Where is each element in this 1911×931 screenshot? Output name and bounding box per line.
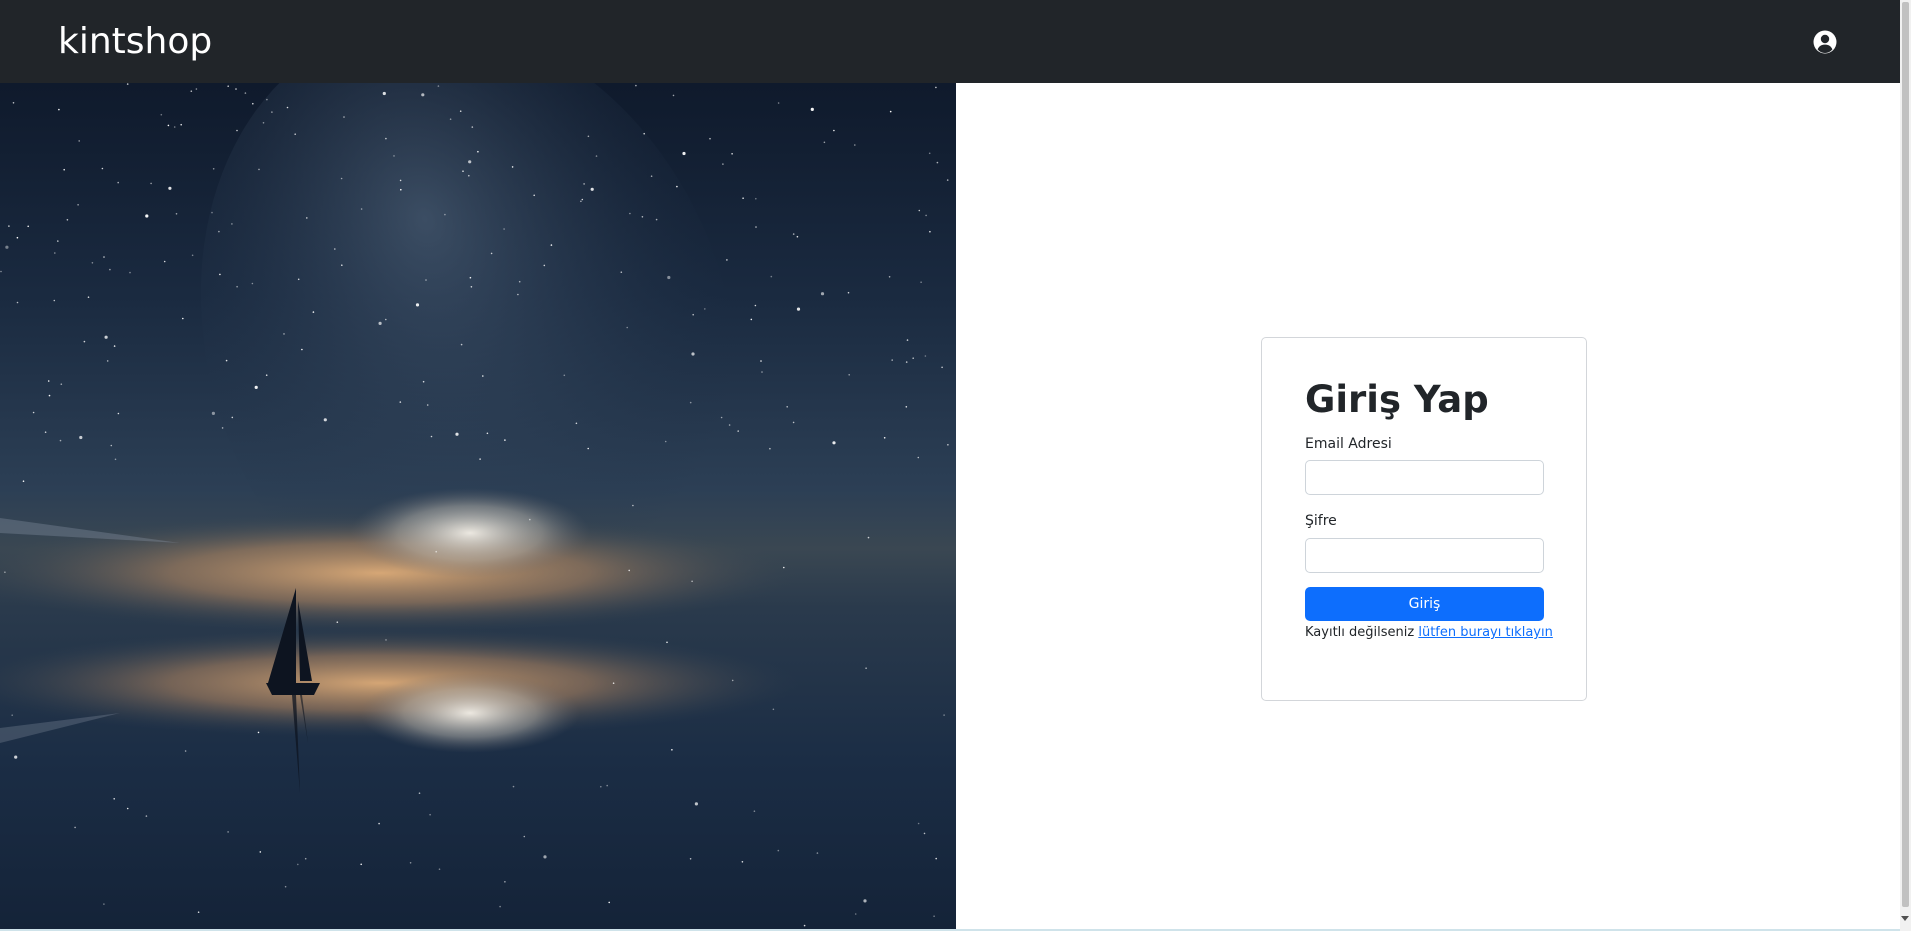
- email-input[interactable]: [1305, 460, 1544, 495]
- register-link[interactable]: lütfen burayı tıklayın: [1418, 625, 1553, 640]
- scroll-down-arrow-icon[interactable]: [1901, 916, 1909, 921]
- register-prompt: Kayıtlı değilseniz lütfen burayı tıklayı…: [1305, 624, 1553, 642]
- login-card: Giriş Yap Email Adresi Şifre Giriş Kayıt…: [1261, 337, 1587, 701]
- hero-night-sky-image: [0, 83, 956, 930]
- user-circle-icon: [1813, 30, 1837, 54]
- page-scrollbar[interactable]: [1900, 0, 1911, 931]
- login-submit-button[interactable]: Giriş: [1305, 587, 1544, 621]
- login-title: Giriş Yap: [1305, 378, 1489, 421]
- top-navbar: kintshop: [0, 0, 1900, 83]
- password-input[interactable]: [1305, 538, 1544, 573]
- scrollbar-thumb[interactable]: [1902, 2, 1909, 907]
- user-account-button[interactable]: [1812, 29, 1838, 55]
- register-prompt-text: Kayıtlı değilseniz: [1305, 625, 1415, 640]
- email-label: Email Adresi: [1305, 436, 1392, 452]
- password-label: Şifre: [1305, 513, 1337, 529]
- brand-logo-link[interactable]: kintshop: [58, 20, 212, 64]
